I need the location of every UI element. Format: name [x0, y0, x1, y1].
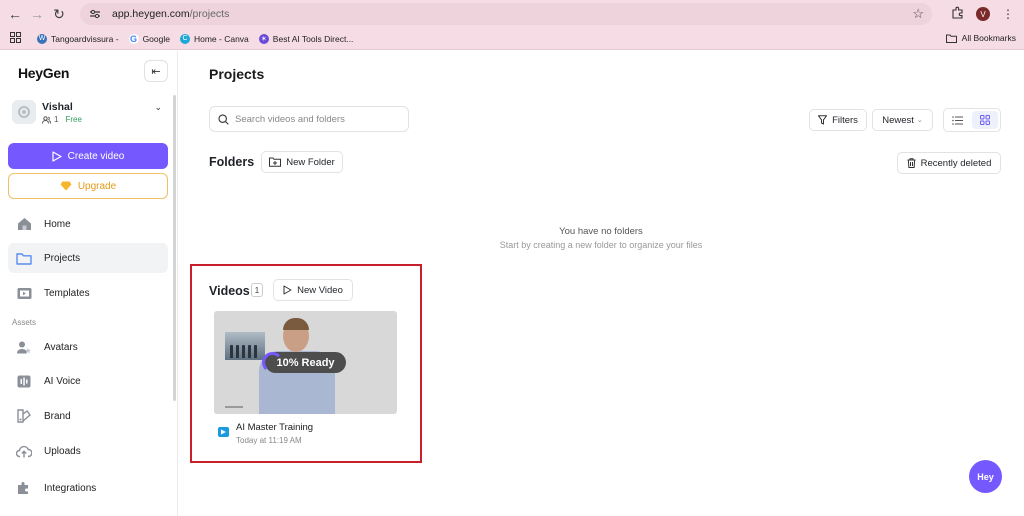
templates-icon — [16, 285, 32, 301]
ai-tools-icon: ✶ — [258, 33, 269, 44]
hey-assistant-button[interactable]: Hey — [969, 460, 1002, 493]
new-video-button[interactable]: New Video — [273, 279, 353, 301]
upload-cloud-icon — [16, 443, 32, 459]
all-bookmarks[interactable]: All Bookmarks — [945, 33, 1016, 43]
brand-icon — [16, 408, 32, 424]
new-folder-button[interactable]: New Folder — [261, 151, 343, 173]
upgrade-button[interactable]: Upgrade — [8, 173, 168, 199]
view-toggle — [943, 108, 1001, 132]
list-view-button[interactable] — [944, 109, 970, 131]
filter-icon — [818, 115, 828, 125]
chevron-down-icon: ⌄ — [916, 117, 923, 124]
search-icon — [218, 113, 229, 125]
browser-toolbar: ← → ↻ app.heygen.com/projects ☆ V ⋮ — [0, 0, 1024, 28]
assets-section-label: Assets — [12, 318, 37, 327]
integrations-icon — [16, 480, 32, 496]
video-thumbnail[interactable]: 10% Ready — [214, 311, 397, 414]
avatar-icon — [16, 339, 32, 355]
folders-heading: Folders — [209, 155, 255, 169]
extensions-icon[interactable] — [951, 6, 964, 22]
grid-view-button[interactable] — [972, 111, 998, 129]
recently-deleted-button[interactable]: Recently deleted — [897, 152, 1001, 174]
thumbnail-progress-bar — [225, 406, 243, 408]
sidebar-scrollbar[interactable] — [173, 95, 176, 401]
workspace-switcher[interactable]: Vishal 1 Free ⌄ — [12, 100, 168, 130]
address-bar[interactable]: app.heygen.com/projects ☆ — [80, 3, 932, 25]
filters-button[interactable]: Filters — [809, 109, 867, 131]
url-text: app.heygen.com/projects — [112, 8, 230, 20]
progress-ring-icon — [262, 352, 283, 373]
bookmark-ai-tools[interactable]: ✶ Best AI Tools Direct... — [258, 33, 353, 44]
grid-icon — [980, 115, 990, 125]
videos-count-badge: 1 — [251, 283, 263, 297]
trash-icon — [907, 158, 916, 168]
search-box[interactable] — [209, 106, 409, 132]
collapse-icon: ⇤ — [151, 65, 161, 78]
collapse-sidebar-button[interactable]: ⇤ — [144, 60, 168, 82]
reload-icon[interactable]: ↻ — [48, 3, 70, 25]
apps-grid-icon[interactable] — [10, 31, 21, 46]
video-timestamp: Today at 11:19 AM — [236, 436, 302, 445]
workspace-meta: 1 Free — [42, 115, 82, 124]
sidebar-item-ai-voice[interactable]: AI Voice — [8, 366, 168, 396]
bookmark-tangoardvissura[interactable]: W Tangoardvissura - — [37, 33, 119, 44]
folder-icon — [16, 250, 32, 266]
canva-icon: C — [179, 33, 190, 44]
list-icon — [951, 115, 963, 125]
sidebar: HeyGen ⇤ Vishal 1 Free ⌄ Create video Up… — [0, 51, 178, 516]
chevron-down-icon: ⌄ — [154, 102, 162, 112]
ai-voice-icon — [16, 373, 32, 389]
profile-avatar[interactable]: V — [976, 7, 990, 21]
home-icon — [16, 216, 32, 232]
menu-dots-icon[interactable]: ⋮ — [1002, 7, 1014, 21]
sidebar-item-templates[interactable]: Templates — [8, 278, 168, 308]
create-video-button[interactable]: Create video — [8, 143, 168, 169]
back-icon[interactable]: ← — [4, 3, 26, 25]
workspace-avatar — [12, 100, 36, 124]
site-settings-icon[interactable] — [88, 7, 102, 21]
plan-badge: Free — [65, 115, 82, 124]
members-icon — [42, 115, 51, 124]
forward-icon[interactable]: → — [26, 3, 48, 25]
videos-heading: Videos — [209, 284, 250, 298]
sidebar-item-brand[interactable]: Brand — [8, 401, 168, 431]
workspace-name: Vishal — [42, 101, 73, 113]
google-icon: G — [128, 33, 139, 44]
sidebar-item-integrations[interactable]: Integrations — [8, 473, 168, 503]
video-file-icon — [218, 427, 229, 437]
folder-icon — [945, 34, 957, 43]
empty-folders-subtitle: Start by creating a new folder to organi… — [499, 240, 703, 250]
create-video-icon — [52, 150, 62, 162]
bookmarks-bar: W Tangoardvissura - G Google C Home - Canva… — [0, 28, 1024, 50]
bookmark-star-icon[interactable]: ☆ — [912, 6, 924, 22]
wordpress-icon: W — [37, 33, 47, 44]
sidebar-item-home[interactable]: Home — [8, 209, 168, 239]
diamond-icon — [60, 181, 72, 191]
heygen-logo[interactable]: HeyGen — [18, 65, 69, 81]
sidebar-item-projects[interactable]: Projects — [8, 243, 168, 273]
bookmark-canva[interactable]: C Home - Canva — [179, 33, 249, 44]
sidebar-item-avatars[interactable]: Avatars — [8, 332, 168, 362]
play-icon — [283, 285, 292, 295]
sidebar-item-uploads[interactable]: Uploads — [8, 436, 168, 466]
new-folder-icon — [269, 157, 282, 167]
video-title[interactable]: AI Master Training — [236, 422, 313, 433]
search-input[interactable] — [235, 113, 395, 125]
sort-dropdown[interactable]: Newest ⌄ — [872, 109, 933, 131]
bookmark-google[interactable]: G Google — [128, 33, 170, 44]
main-content: Projects Filters Newest ⌄ Folders New Fo… — [178, 51, 1024, 516]
page-title: Projects — [209, 66, 265, 82]
empty-folders-title: You have no folders — [559, 226, 643, 237]
